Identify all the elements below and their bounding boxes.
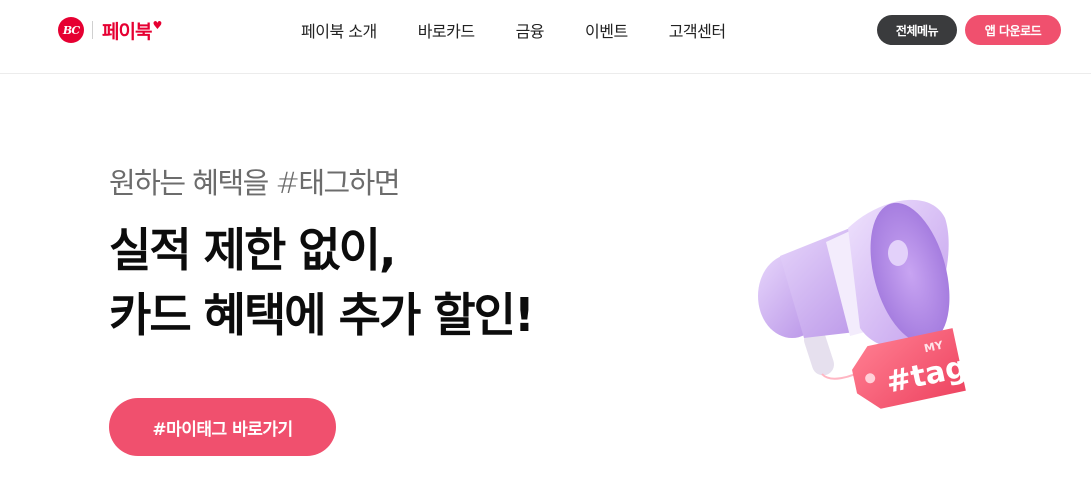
bc-logo-badge: BC bbox=[58, 17, 84, 43]
nav-item-barocard[interactable]: 바로카드 bbox=[418, 18, 475, 42]
top-header: BC 페이북 ♥ 페이북 소개 바로카드 금융 이벤트 고객센터 전체메뉴 앱 … bbox=[0, 0, 1091, 74]
mytag-cta-button[interactable]: #마이태그 바로가기 bbox=[109, 398, 336, 456]
nav-item-about[interactable]: 페이북 소개 bbox=[301, 18, 377, 42]
main-nav: 페이북 소개 바로카드 금융 이벤트 고객센터 bbox=[301, 18, 726, 42]
nav-item-support[interactable]: 고객센터 bbox=[669, 18, 726, 42]
megaphone-icon: MY #tag bbox=[758, 199, 970, 409]
logo-text: 페이북 bbox=[102, 20, 152, 43]
hero-headline: 실적 제한 없이, 카드 혜택에 추가 할인! bbox=[109, 218, 535, 348]
logo-divider bbox=[92, 21, 93, 39]
paybook-logo[interactable]: BC 페이북 ♥ bbox=[58, 16, 162, 44]
nav-item-finance[interactable]: 금융 bbox=[516, 18, 545, 42]
hero-subtitle: 원하는 혜택을 #태그하면 bbox=[109, 166, 401, 200]
app-download-button[interactable]: 앱 다운로드 bbox=[965, 15, 1061, 45]
nav-item-event[interactable]: 이벤트 bbox=[585, 18, 628, 42]
headline-line-2: 카드 혜택에 추가 할인! bbox=[109, 288, 535, 342]
heart-icon: ♥ bbox=[152, 18, 163, 32]
headline-line-1: 실적 제한 없이, bbox=[109, 223, 396, 277]
all-menu-button[interactable]: 전체메뉴 bbox=[877, 15, 957, 45]
